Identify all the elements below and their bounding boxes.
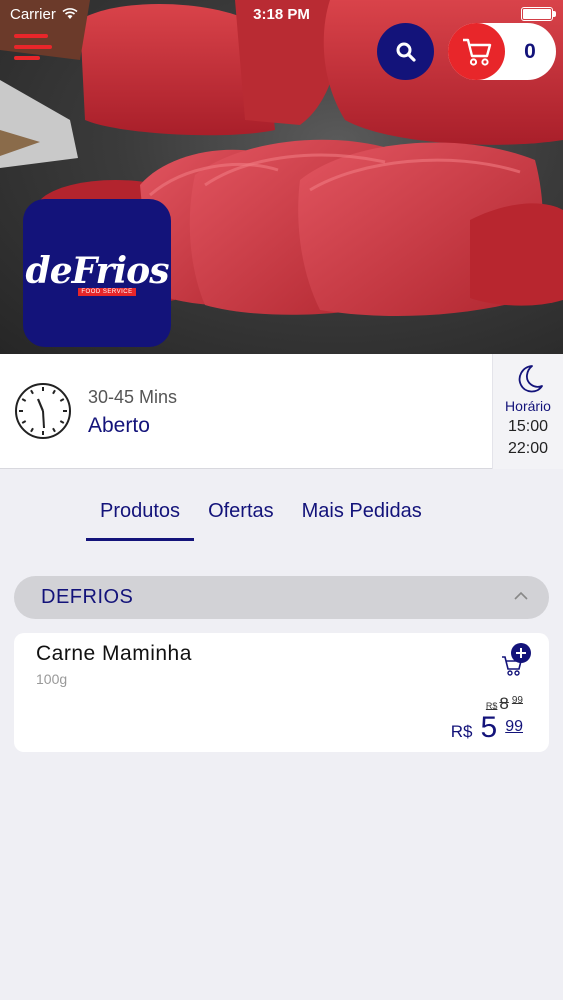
cart-icon — [462, 38, 491, 66]
close-time: 22:00 — [507, 440, 549, 457]
cart-button[interactable]: 0 — [448, 23, 556, 80]
category-header[interactable]: DEFRIOS — [14, 576, 549, 619]
old-price-currency: R$ — [485, 701, 498, 711]
carrier-label: Carrier — [10, 5, 56, 23]
hours-label: Horário — [505, 398, 551, 414]
cart-icon-container[interactable] — [448, 23, 505, 80]
add-to-cart-icon[interactable] — [500, 643, 534, 677]
clock-time: 3:18 PM — [253, 5, 310, 23]
store-status: Aberto — [88, 414, 150, 437]
product-name: Carne Maminha — [36, 642, 192, 665]
moon-icon — [518, 365, 543, 393]
product-weight: 100g — [36, 671, 68, 687]
search-button[interactable] — [377, 23, 434, 80]
battery-icon — [521, 7, 556, 21]
store-logo: deFrios FOOD SERVICE — [23, 199, 171, 347]
current-price: R$ 5 99 — [451, 711, 523, 745]
category-name: DEFRIOS — [41, 586, 134, 608]
price-currency: R$ — [450, 722, 473, 741]
tab-ofertas[interactable]: Ofertas — [194, 496, 288, 542]
store-hours: Horário 15:00 22:00 — [492, 354, 563, 469]
logo-text: deFrios — [25, 250, 170, 292]
price-integer: 5 — [480, 711, 498, 744]
chevron-up-icon[interactable] — [513, 588, 529, 604]
menu-icon[interactable] — [14, 34, 54, 68]
search-icon — [396, 42, 416, 62]
product-card[interactable]: Carne Maminha 100g R$ 8 99 R$ 5 99 — [14, 633, 549, 752]
clock-icon — [15, 383, 71, 439]
wifi-icon — [62, 8, 78, 19]
old-price-decimals: 99 — [511, 694, 523, 706]
logo-subtitle: FOOD SERVICE — [78, 288, 136, 296]
open-time: 15:00 — [507, 418, 549, 435]
store-info-bar: 30-45 Mins Aberto Horário 15:00 22:00 — [0, 354, 563, 469]
product-tabs: Produtos Ofertas Mais Pedidas — [86, 496, 436, 542]
tab-mais-pedidas[interactable]: Mais Pedidas — [288, 496, 436, 542]
cart-count: 0 — [524, 40, 536, 63]
delivery-time: 30-45 Mins — [88, 387, 178, 407]
tab-produtos[interactable]: Produtos — [86, 496, 195, 542]
price-decimals: 99 — [505, 717, 523, 735]
